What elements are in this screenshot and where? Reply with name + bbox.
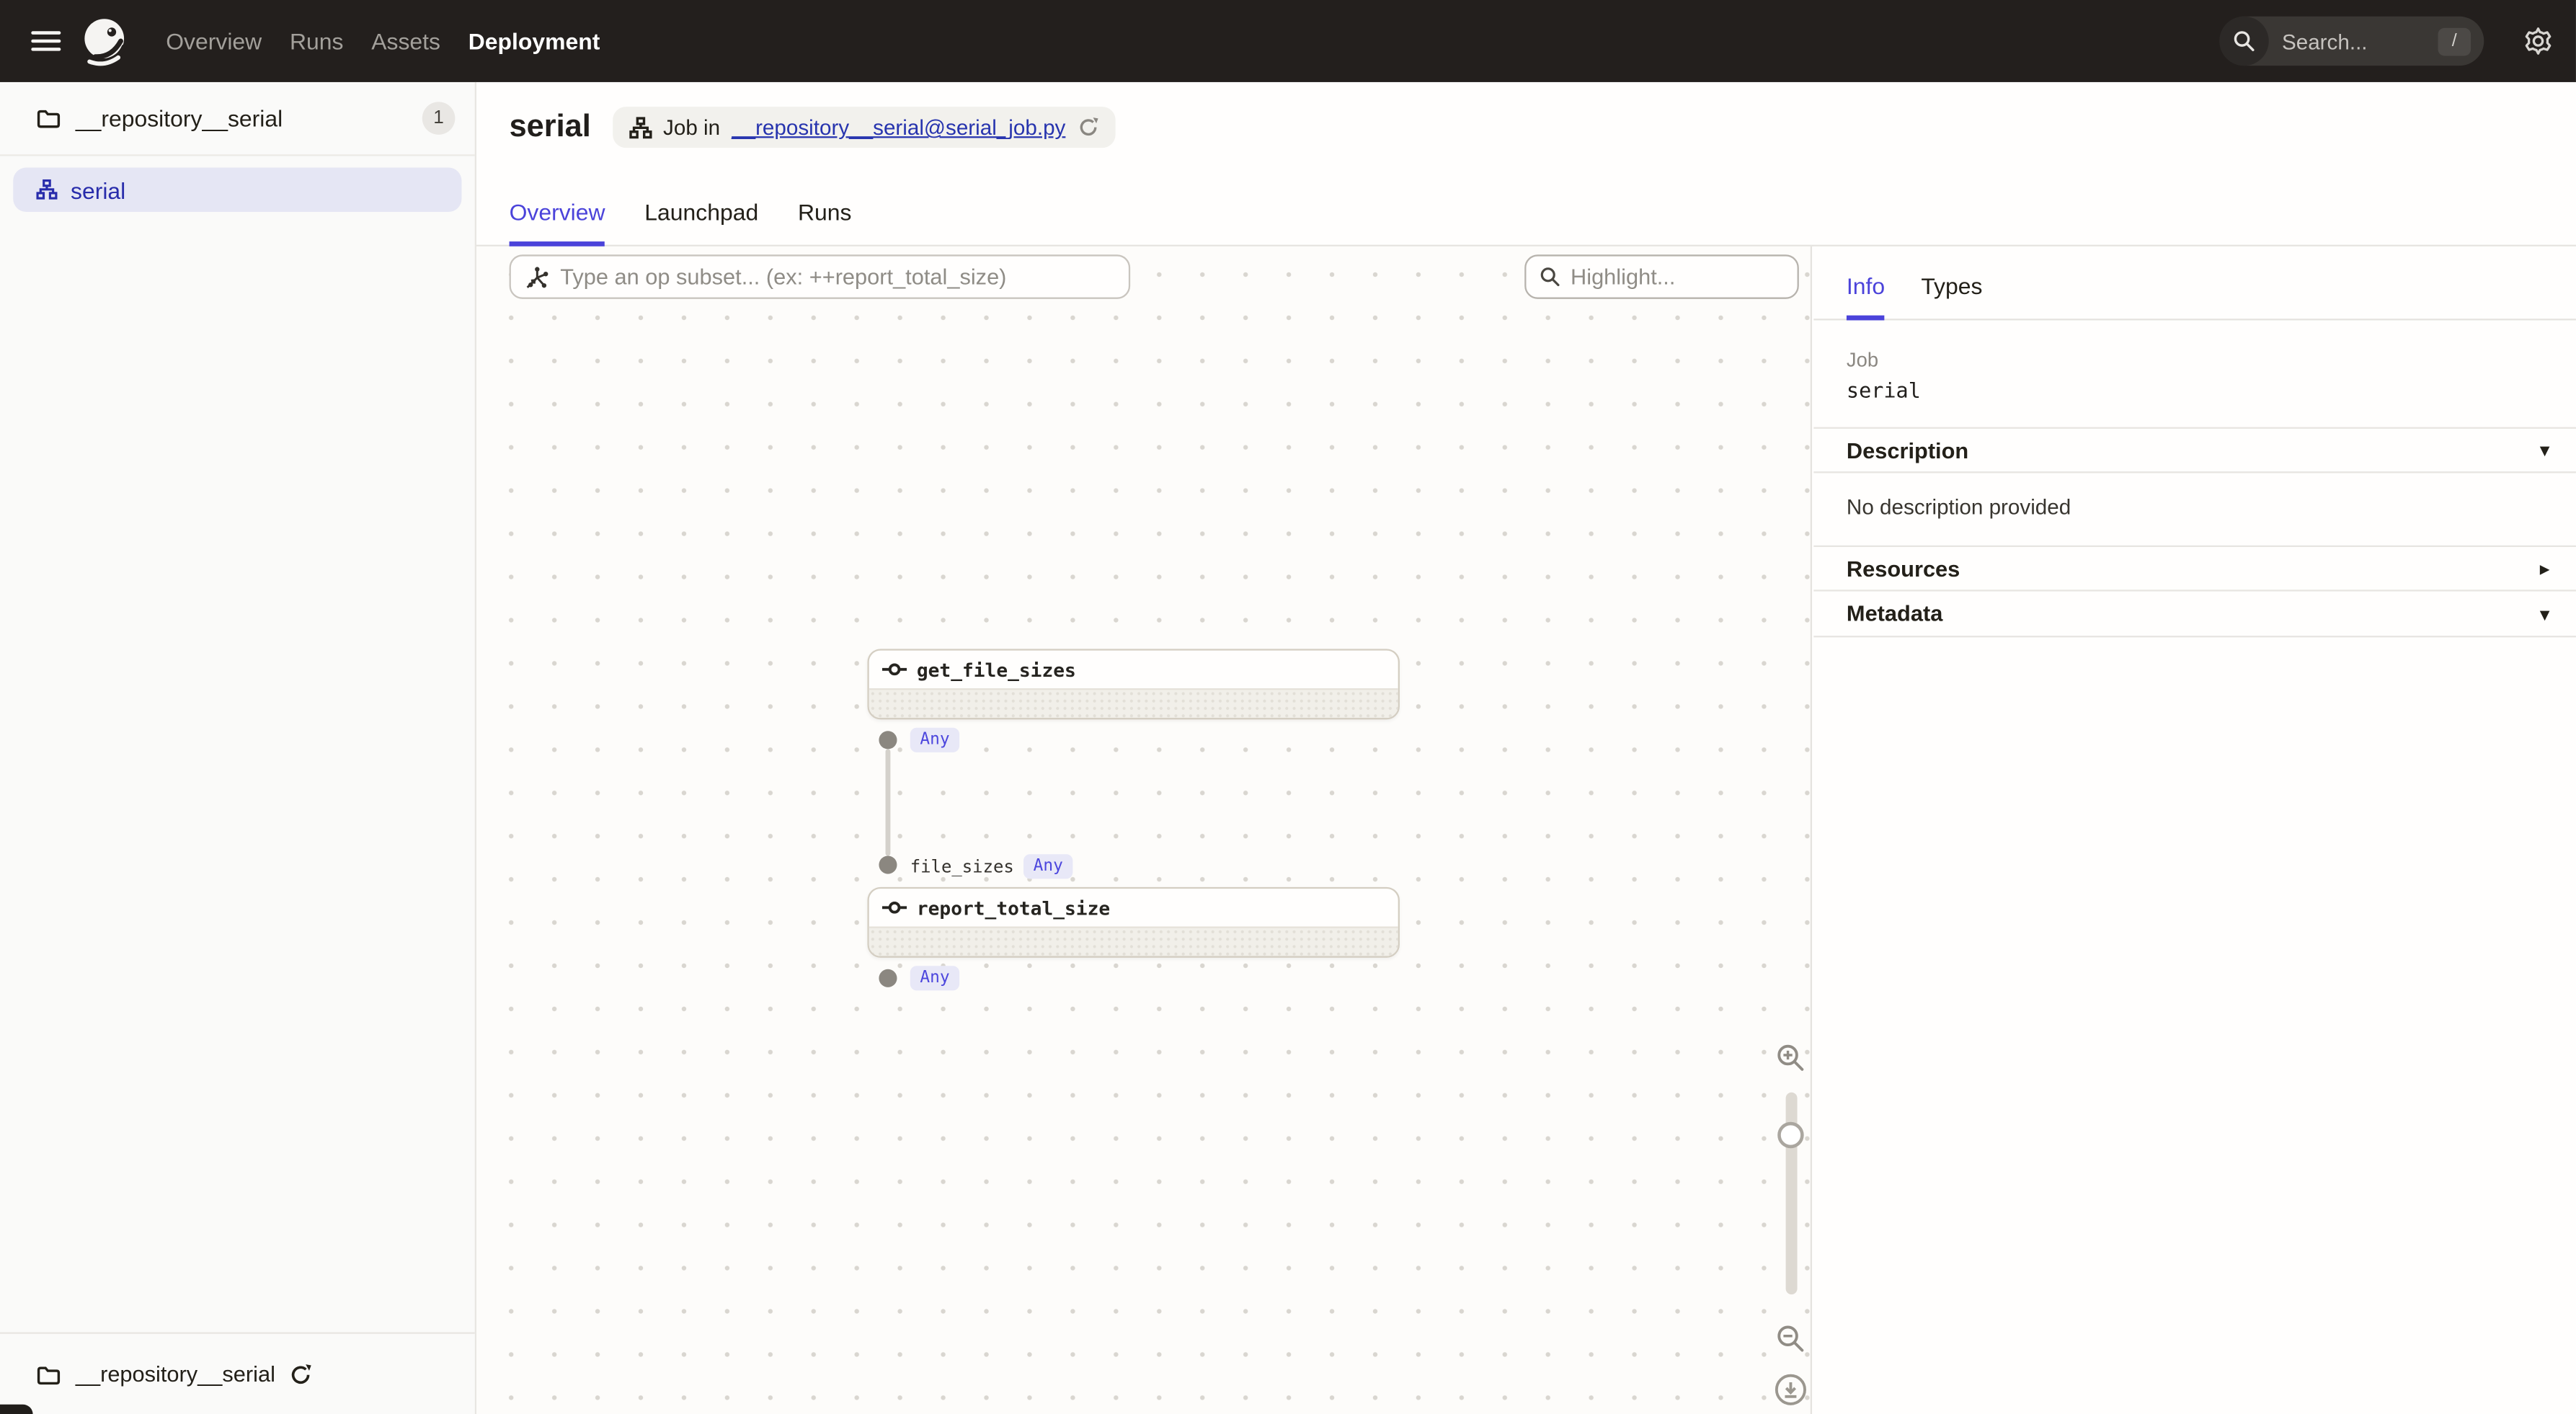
op-graph-canvas[interactable]: get_file_sizes Any file_sizes Any report… bbox=[476, 246, 1812, 1414]
nav-item-deployment[interactable]: Deployment bbox=[468, 28, 600, 54]
input-port-file-sizes bbox=[879, 856, 897, 874]
job-count-badge: 1 bbox=[422, 102, 456, 135]
section-header-metadata[interactable]: Metadata ▾ bbox=[1813, 592, 2576, 638]
zoom-out-icon[interactable] bbox=[1776, 1324, 1806, 1353]
reload-repository-icon[interactable] bbox=[288, 1363, 311, 1386]
output-port-get-file-sizes bbox=[879, 731, 897, 749]
description-content: No description provided bbox=[1813, 473, 2576, 545]
input-port-label: file_sizes bbox=[910, 858, 1014, 879]
nav-item-overview[interactable]: Overview bbox=[166, 28, 262, 54]
global-search[interactable]: Search... / bbox=[2219, 17, 2484, 66]
highlight-filter[interactable] bbox=[1524, 254, 1799, 299]
info-panel-tabs: Info Types bbox=[1813, 246, 2576, 321]
footer-repository-name: __repository__serial bbox=[76, 1362, 275, 1387]
op-node-report-total-size[interactable]: report_total_size bbox=[867, 887, 1399, 958]
nav-item-runs[interactable]: Runs bbox=[290, 28, 344, 54]
search-icon bbox=[2219, 17, 2268, 66]
info-panel: Info Types Job serial Description ▾ No d… bbox=[1813, 246, 2576, 1414]
job-icon bbox=[629, 116, 652, 139]
sidebar-repository-row[interactable]: __repository__serial 1 bbox=[0, 82, 475, 156]
section-header-resources[interactable]: Resources ▸ bbox=[1813, 546, 2576, 592]
job-tabs: Overview Launchpad Runs bbox=[510, 199, 852, 246]
tab-types[interactable]: Types bbox=[1921, 272, 1982, 320]
job-context-prefix: Job in bbox=[663, 115, 720, 140]
input-type-badge[interactable]: Any bbox=[1023, 854, 1073, 879]
repository-name: __repository__serial bbox=[76, 105, 422, 131]
sidebar-footer: __repository__serial bbox=[0, 1333, 475, 1414]
job-name-value: serial bbox=[1847, 378, 2543, 402]
op-node-title: get_file_sizes bbox=[869, 651, 1398, 688]
op-icon bbox=[882, 662, 907, 677]
sidebar: __repository__serial 1 serial __reposito… bbox=[0, 82, 476, 1414]
op-node-body bbox=[869, 927, 1398, 956]
op-node-get-file-sizes[interactable]: get_file_sizes bbox=[867, 649, 1399, 719]
job-summary: Job serial bbox=[1813, 320, 2576, 427]
chevron-right-icon: ▸ bbox=[2540, 557, 2550, 580]
op-node-name: get_file_sizes bbox=[917, 658, 1076, 681]
edge-get-file-sizes-to-report-total-size bbox=[886, 749, 891, 855]
folder-icon bbox=[36, 1363, 61, 1386]
search-icon bbox=[1540, 266, 1561, 288]
section-title: Description bbox=[1847, 437, 1968, 462]
search-placeholder: Search... bbox=[2282, 29, 2438, 53]
dagster-app: Overview Runs Assets Deployment Search..… bbox=[0, 0, 2576, 1414]
download-image-icon[interactable] bbox=[1775, 1373, 1808, 1406]
nav-item-assets[interactable]: Assets bbox=[371, 28, 440, 54]
zoom-slider-handle[interactable] bbox=[1777, 1122, 1803, 1148]
tab-overview[interactable]: Overview bbox=[510, 199, 605, 246]
job-context-pill: Job in __repository__serial@serial_job.p… bbox=[612, 107, 1114, 148]
title-row: serial Job in __repository__serial@seria… bbox=[510, 107, 1115, 148]
top-navbar: Overview Runs Assets Deployment Search..… bbox=[0, 0, 2576, 82]
op-node-name: report_total_size bbox=[917, 896, 1110, 919]
op-node-title: report_total_size bbox=[869, 889, 1398, 926]
op-icon bbox=[882, 900, 907, 915]
search-shortcut-badge: / bbox=[2438, 27, 2471, 55]
primary-nav: Overview Runs Assets Deployment bbox=[166, 28, 600, 54]
section-title: Metadata bbox=[1847, 601, 1942, 626]
job-file-link[interactable]: __repository__serial@serial_job.py bbox=[732, 115, 1065, 140]
sidebar-item-serial[interactable]: serial bbox=[13, 167, 461, 212]
dagster-logo[interactable] bbox=[81, 16, 132, 67]
tab-runs[interactable]: Runs bbox=[798, 199, 852, 246]
chevron-down-icon: ▾ bbox=[2540, 602, 2550, 625]
op-subset-input[interactable] bbox=[560, 264, 1129, 289]
gear-icon[interactable] bbox=[2523, 26, 2553, 55]
output-port-report-total-size bbox=[879, 969, 897, 987]
section-title: Resources bbox=[1847, 556, 1960, 581]
op-selector-icon bbox=[525, 265, 548, 288]
job-header: serial Job in __repository__serial@seria… bbox=[476, 82, 2576, 246]
sidebar-item-label: serial bbox=[71, 177, 125, 203]
job-icon bbox=[36, 179, 58, 200]
reload-job-icon[interactable] bbox=[1077, 117, 1098, 138]
output-type-badge[interactable]: Any bbox=[910, 728, 960, 752]
folder-icon bbox=[36, 107, 61, 130]
tab-info[interactable]: Info bbox=[1847, 272, 1885, 320]
highlight-input[interactable] bbox=[1571, 264, 1798, 289]
tab-launchpad[interactable]: Launchpad bbox=[644, 199, 758, 246]
output-type-badge[interactable]: Any bbox=[910, 966, 960, 990]
section-header-description[interactable]: Description ▾ bbox=[1813, 427, 2576, 473]
page-title: serial bbox=[510, 110, 591, 146]
toast-corner bbox=[0, 1405, 33, 1414]
job-label: Job bbox=[1847, 348, 2543, 371]
hamburger-menu-icon[interactable] bbox=[31, 30, 61, 52]
op-node-body bbox=[869, 688, 1398, 718]
chevron-down-icon: ▾ bbox=[2540, 439, 2550, 462]
op-subset-filter[interactable] bbox=[510, 254, 1131, 299]
zoom-in-icon[interactable] bbox=[1776, 1043, 1806, 1072]
